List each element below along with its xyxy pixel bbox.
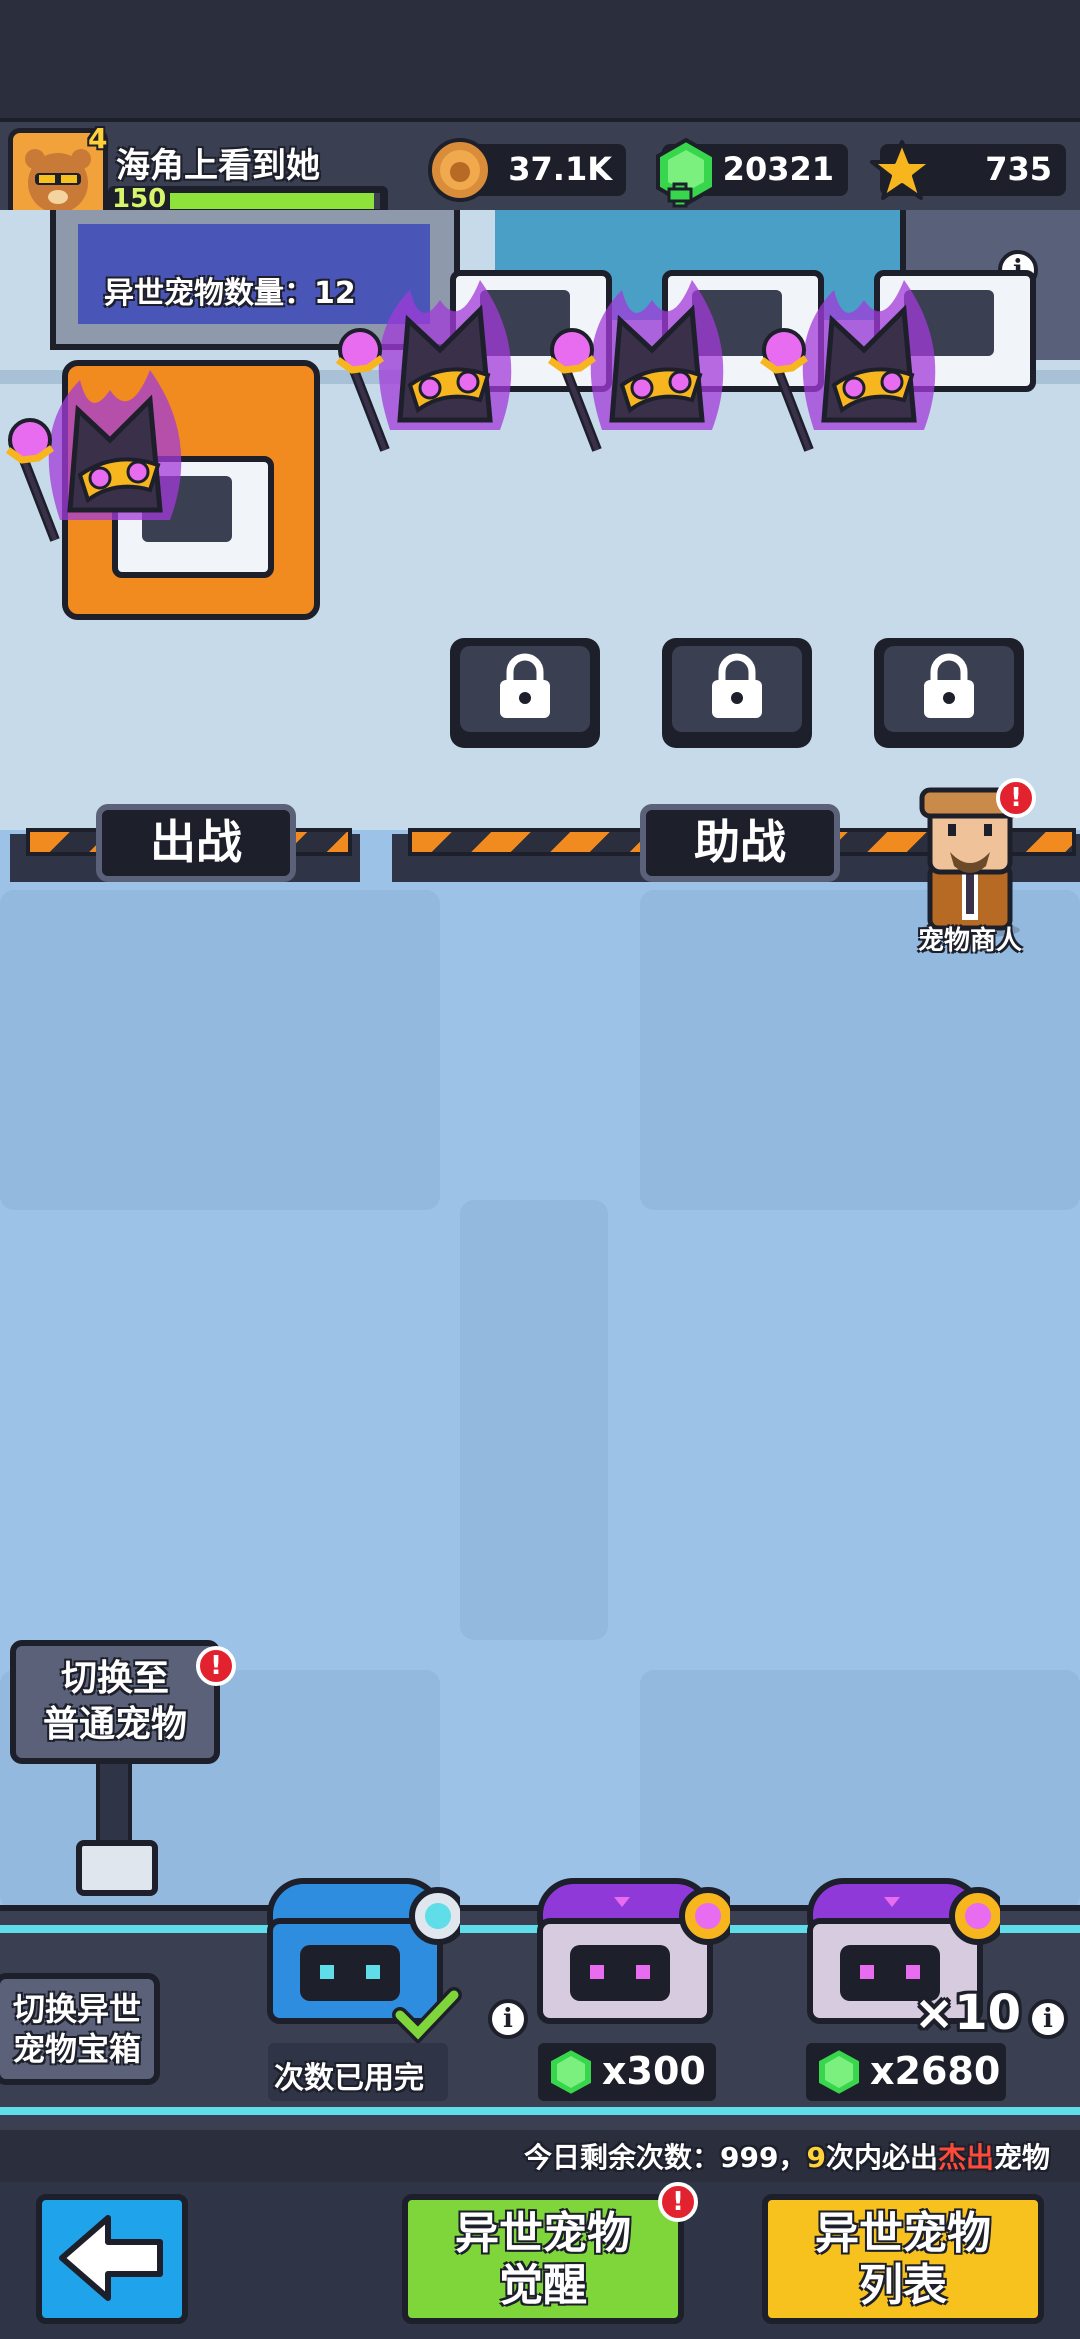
awaken-line1: 异世宠物 [455, 2208, 631, 2259]
single-chest-price-text: x300 [602, 2049, 706, 2093]
gem-plus-icon [656, 137, 716, 208]
battle-label: 出战 [96, 804, 296, 882]
top-bar: 4 海角上看到她 150 37.1K 20321 735 [0, 118, 1080, 228]
switch-chest-button[interactable]: 切换异世 宠物宝箱 [0, 1973, 160, 2085]
bottom-nav: 异世宠物 觉醒 ! 异世宠物 列表 [0, 2182, 1080, 2339]
level-progress-track [170, 193, 380, 209]
pet-assist-1[interactable] [330, 250, 550, 470]
free-chest-status: 次数已用完 [268, 2043, 448, 2101]
gem-icon [547, 2045, 595, 2099]
single-chest-price[interactable]: x300 [538, 2043, 716, 2101]
pet-battle[interactable] [0, 340, 220, 560]
gem-icon [815, 2045, 863, 2099]
free-chest-info-icon[interactable]: i [488, 1999, 528, 2039]
arrow-left-icon [59, 2215, 163, 2301]
daily-info-text: 今日剩余次数：999，9次内必出杰出宠物 [524, 2136, 1050, 2176]
star-value: 735 [985, 150, 1052, 188]
coin-value: 37.1K [508, 150, 612, 188]
pet-list-line2: 列表 [859, 2260, 947, 2311]
back-button[interactable] [36, 2194, 188, 2324]
lock-icon [924, 653, 974, 718]
lock-icon [500, 653, 550, 718]
star-icon [870, 140, 934, 200]
merchant-alert-badge: ! [996, 778, 1036, 818]
ten-chest-info-icon[interactable]: i [1028, 1999, 1068, 2039]
vip-level: 4 [88, 122, 108, 155]
player-name: 海角上看到她 [116, 146, 320, 186]
level-progress-fill [170, 193, 374, 209]
ten-chest-count: ×10 [914, 1985, 1022, 2041]
purple-chest-icon [537, 1878, 737, 2024]
status-bar [0, 0, 1080, 118]
switch-to-normal-sign[interactable]: 切换至 普通宠物 [10, 1640, 230, 1896]
switch-sign-alert-badge: ! [196, 1646, 236, 1686]
pet-room: 异世宠物数量：12 i [0, 210, 1080, 830]
single-chest[interactable] [530, 1861, 737, 2031]
locked-slot-2[interactable] [662, 638, 812, 748]
daily-info-middle: 次内必出 [825, 2141, 938, 2174]
daily-info-bar: 今日剩余次数：999，9次内必出杰出宠物 [0, 2130, 1080, 2182]
assist-label: 助战 [640, 804, 840, 882]
locked-slot-1[interactable] [450, 638, 600, 748]
switch-sign-line2: 普通宠物 [42, 1704, 187, 1745]
switch-chest-line2: 宠物宝箱 [12, 2030, 141, 2068]
locked-slot-3[interactable] [874, 638, 1024, 748]
switch-chest-line1: 切换异世 [12, 1990, 141, 2028]
pet-count-label: 异世宠物数量：12 [104, 276, 356, 311]
star-counter[interactable]: 735 [870, 140, 1066, 200]
daily-info-highlight: 杰出 [937, 2141, 994, 2174]
awaken-alert-badge: ! [658, 2182, 698, 2222]
gem-value: 20321 [722, 150, 834, 188]
gem-counter[interactable]: 20321 [656, 137, 848, 208]
coin-icon [428, 138, 492, 202]
switch-sign-line1: 切换至 [60, 1658, 169, 1699]
merchant-label: 宠物商人 [918, 926, 1023, 956]
pet-list-line1: 异世宠物 [815, 2208, 991, 2259]
lock-icon [712, 653, 762, 718]
daily-info-suffix: 宠物 [993, 2141, 1050, 2174]
coin-counter[interactable]: 37.1K [428, 138, 626, 202]
pet-list-button[interactable]: 异世宠物 列表 [762, 2194, 1044, 2324]
chest-panel: 切换异世 宠物宝箱 i 次数已用完 x300 ×10 i x2680 [0, 1878, 1080, 2136]
pet-assist-2[interactable] [542, 250, 762, 470]
check-icon [392, 1987, 462, 2045]
ten-chest-price-text: x2680 [870, 2049, 1001, 2093]
awaken-line2: 觉醒 [499, 2260, 587, 2311]
daily-info-count: 9 [806, 2141, 826, 2174]
pet-assist-3[interactable] [754, 250, 974, 470]
awaken-button[interactable]: 异世宠物 觉醒 [402, 2194, 684, 2324]
free-chest-status-text: 次数已用完 [274, 2061, 424, 2096]
daily-info-prefix: 今日剩余次数：999， [524, 2141, 807, 2174]
ten-chest-price[interactable]: x2680 [806, 2043, 1006, 2101]
